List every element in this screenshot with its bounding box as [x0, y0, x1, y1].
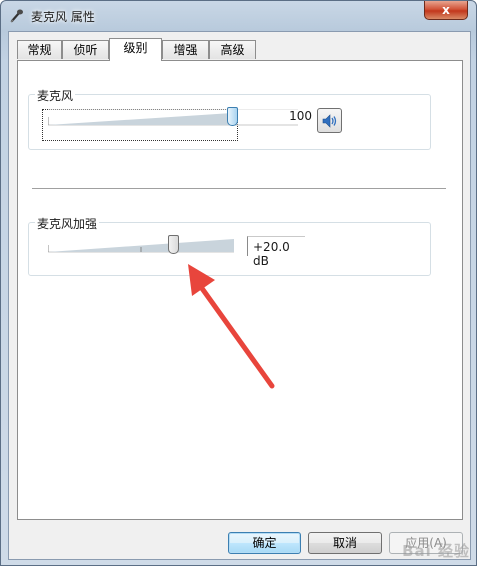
- tab-label: 常规: [27, 43, 52, 57]
- tab-advanced[interactable]: 高级: [209, 40, 256, 59]
- speaker-icon: [322, 113, 336, 128]
- tab-label: 级别: [123, 41, 148, 55]
- window-title: 麦克风 属性: [31, 10, 95, 24]
- ok-button[interactable]: 确定: [228, 532, 301, 554]
- boost-slider-track[interactable]: [48, 236, 238, 258]
- tab-enhancements[interactable]: 增强: [162, 40, 209, 59]
- tab-general[interactable]: 常规: [17, 40, 62, 59]
- microphone-slider-track[interactable]: [48, 109, 298, 131]
- section-divider: [32, 188, 446, 189]
- tab-listen[interactable]: 侦听: [62, 40, 109, 59]
- title-bar[interactable]: 麦克风 属性 x: [1, 1, 476, 31]
- tab-label: 高级: [220, 43, 245, 57]
- cancel-label: 取消: [332, 536, 357, 550]
- dialog-client-area: 常规 侦听 级别 增强 高级 麦克风 100 麦克风加强 +20.0 dB 确定…: [8, 31, 471, 560]
- boost-label: 麦克风加强: [35, 215, 100, 232]
- mute-button[interactable]: [317, 108, 342, 133]
- annotation-arrow: [188, 264, 275, 389]
- close-icon: x: [442, 3, 450, 17]
- microphone-value: 100: [289, 109, 312, 123]
- tab-levels[interactable]: 级别: [109, 38, 162, 61]
- close-button[interactable]: x: [424, 1, 468, 20]
- microphone-slider-thumb[interactable]: [227, 107, 238, 126]
- tab-label: 侦听: [73, 43, 98, 57]
- levels-tab-panel: 麦克风 100 麦克风加强 +20.0 dB: [17, 60, 463, 520]
- ok-label: 确定: [252, 536, 277, 550]
- microphone-label: 麦克风: [35, 87, 76, 104]
- boost-value-box: +20.0 dB: [247, 236, 305, 268]
- tab-label: 增强: [173, 43, 198, 57]
- watermark: Bai 经验: [402, 542, 470, 560]
- microphone-icon: [10, 9, 23, 23]
- properties-window: 麦克风 属性 x 常规 侦听 级别 增强 高级 麦克风 100 麦克风加强 +2…: [0, 0, 477, 566]
- boost-slider-thumb[interactable]: [167, 235, 179, 254]
- cancel-button[interactable]: 取消: [308, 532, 382, 554]
